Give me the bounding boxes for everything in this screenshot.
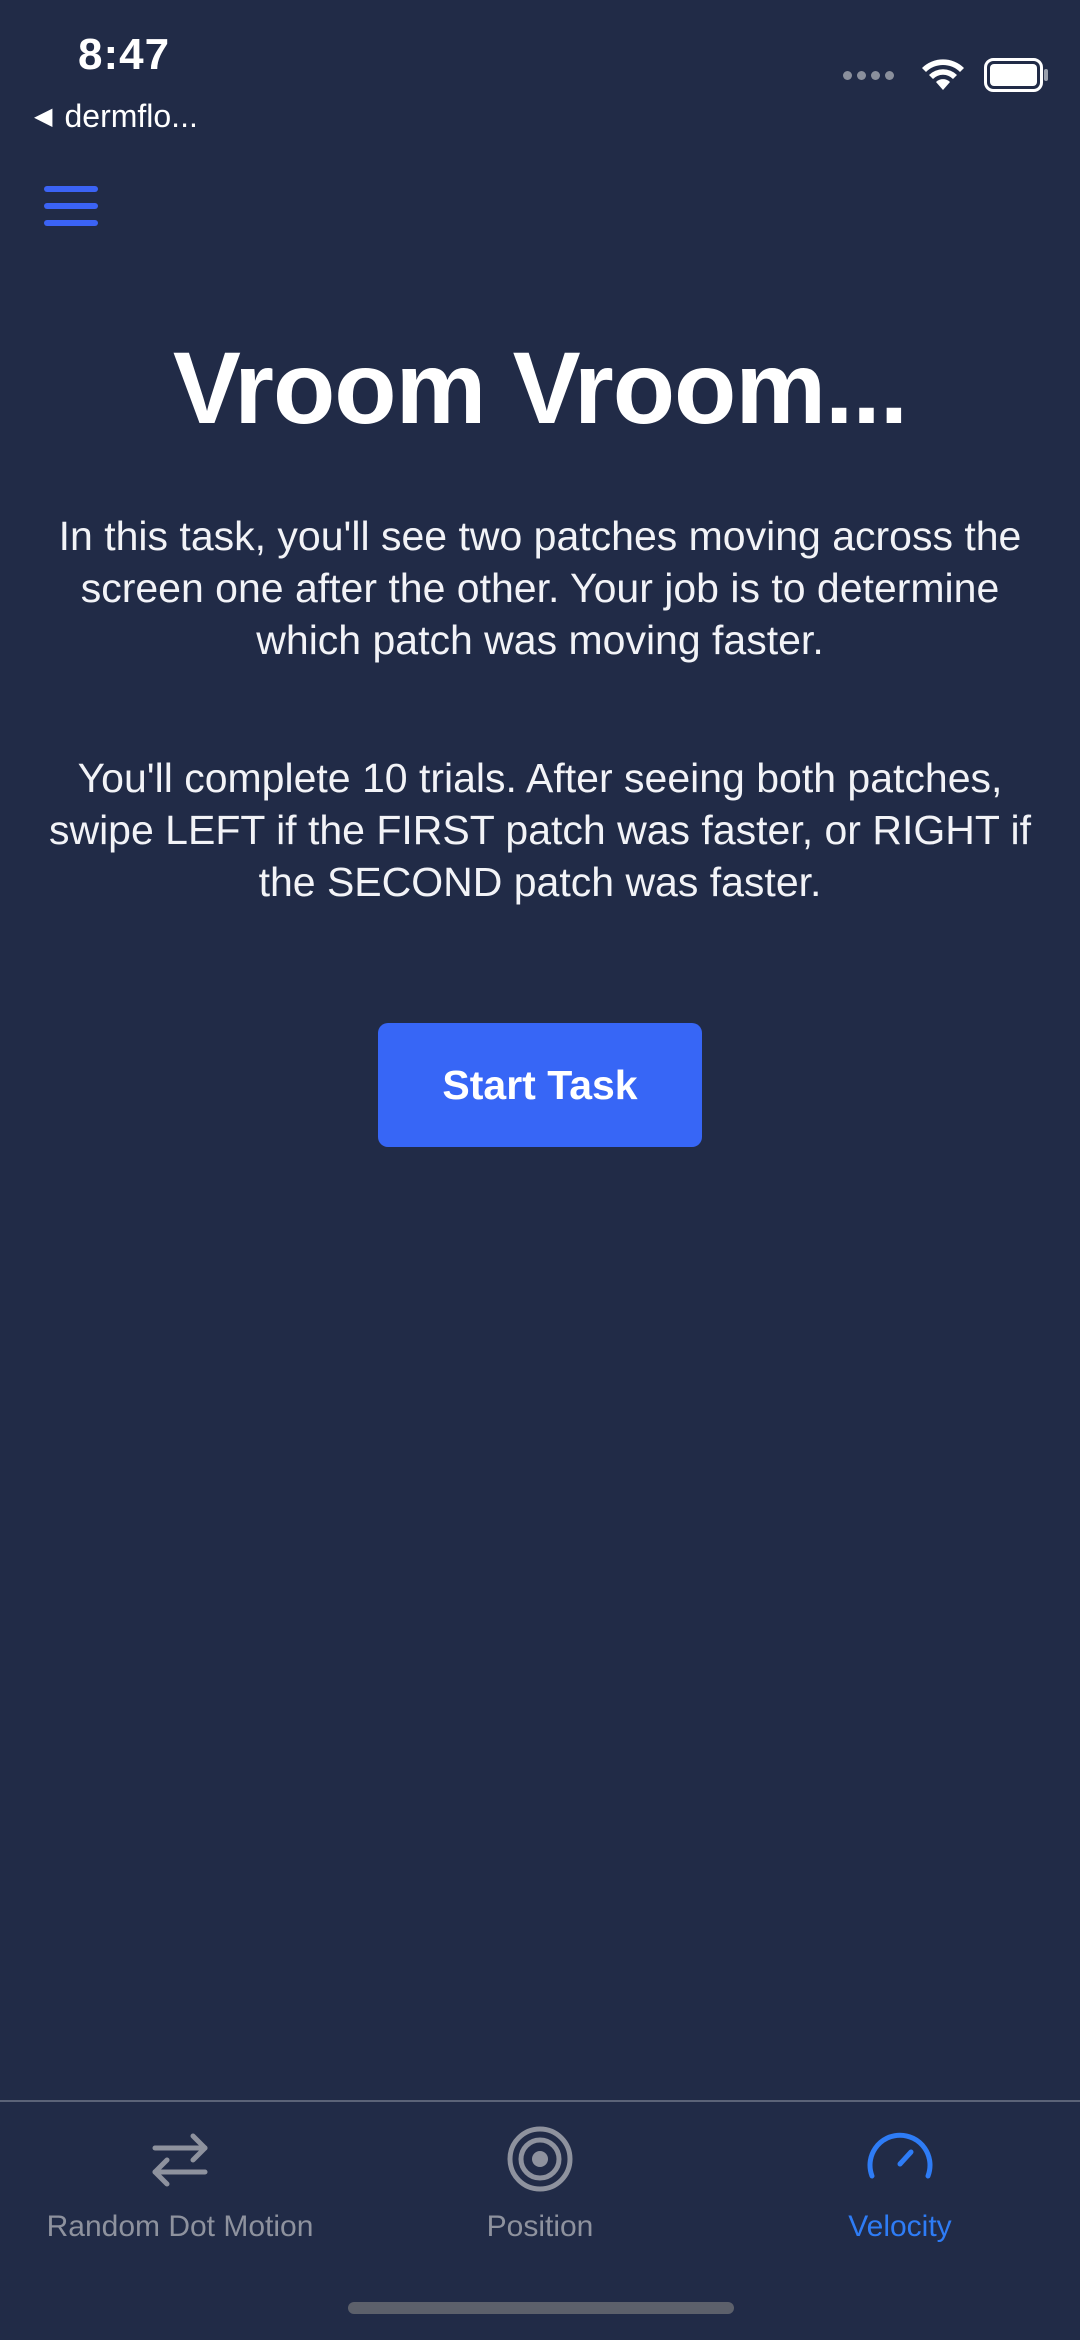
hamburger-icon[interactable] xyxy=(44,186,100,226)
page-title: Vroom Vroom... xyxy=(172,331,908,445)
wifi-icon xyxy=(922,59,964,90)
app-screen: 8:47 ◀ dermflo... Vroom Vroom... In this… xyxy=(0,0,1080,2340)
back-app-label: dermflo... xyxy=(64,98,198,134)
arrows-swap-icon xyxy=(152,2133,208,2187)
speedometer-icon xyxy=(867,2132,933,2179)
tab-random-dot-motion[interactable]: Random Dot Motion xyxy=(0,2122,360,2272)
start-task-button[interactable]: Start Task xyxy=(378,1023,702,1147)
home-indicator[interactable] xyxy=(348,2302,734,2314)
status-time: 8:47 xyxy=(78,30,171,79)
target-icon xyxy=(507,2126,573,2192)
instructions-paragraph-1: In this task, you'll see two patches mov… xyxy=(58,513,1022,663)
cellular-signal-icon xyxy=(843,70,894,80)
tab-label: Random Dot Motion xyxy=(46,2210,314,2243)
tab-position[interactable]: Position xyxy=(360,2122,720,2272)
back-to-app-link[interactable]: ◀ dermflo... xyxy=(34,98,198,135)
status-icons xyxy=(843,58,1050,92)
back-triangle-icon: ◀ xyxy=(34,103,53,130)
tab-label: Position xyxy=(486,2210,594,2243)
battery-icon xyxy=(984,58,1048,92)
tab-label: Velocity xyxy=(848,2210,952,2243)
instructions-paragraph-2: You'll complete 10 trials. After seeing … xyxy=(48,755,1032,905)
tab-velocity[interactable]: Velocity xyxy=(720,2122,1080,2272)
